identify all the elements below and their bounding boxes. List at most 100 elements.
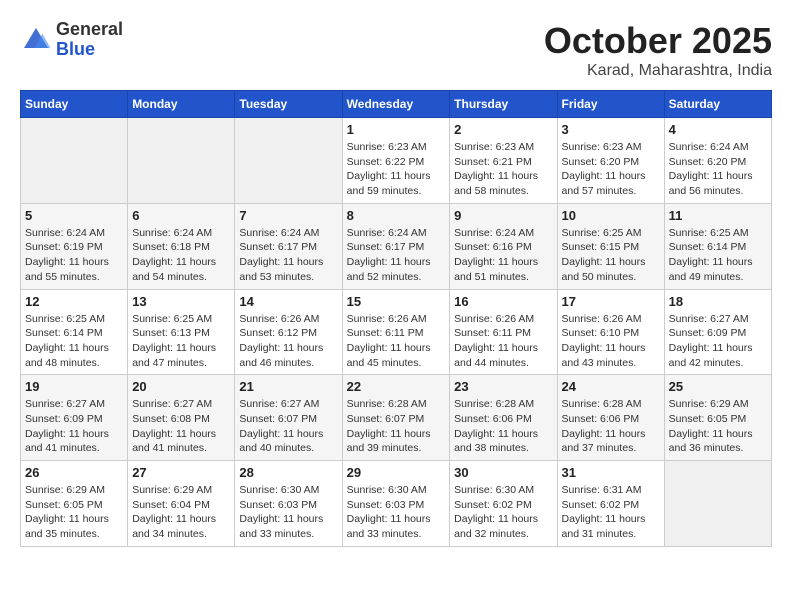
page-header: General Blue October 2025 Karad, Maharas… bbox=[20, 20, 772, 80]
day-number: 10 bbox=[562, 208, 660, 223]
calendar-cell: 9 Sunrise: 6:24 AMSunset: 6:16 PMDaylight… bbox=[450, 203, 557, 289]
day-number: 1 bbox=[347, 122, 446, 137]
logo-icon bbox=[20, 24, 52, 56]
calendar-cell: 25 Sunrise: 6:29 AMSunset: 6:05 PMDayligh… bbox=[664, 375, 771, 461]
calendar-cell: 16Sunrise: 6:26 AMSunset: 6:11 PMDayligh… bbox=[450, 289, 557, 375]
calendar-cell: 24 Sunrise: 6:28 AMSunset: 6:06 PMDayligh… bbox=[557, 375, 664, 461]
logo-blue: Blue bbox=[56, 40, 123, 60]
logo: General Blue bbox=[20, 20, 123, 60]
day-number: 2 bbox=[454, 122, 552, 137]
calendar-cell: 26Sunrise: 6:29 AMSunset: 6:05 PMDayligh… bbox=[21, 461, 128, 547]
weekday-header-saturday: Saturday bbox=[664, 91, 771, 118]
day-detail: Sunrise: 6:29 AMSunset: 6:05 PMDaylight:… bbox=[669, 397, 767, 456]
day-number: 7 bbox=[239, 208, 337, 223]
calendar-cell: 31Sunrise: 6:31 AMSunset: 6:02 PMDayligh… bbox=[557, 461, 664, 547]
calendar-cell: 18Sunrise: 6:27 AMSunset: 6:09 PMDayligh… bbox=[664, 289, 771, 375]
day-detail: Sunrise: 6:25 AMSunset: 6:14 PMDaylight:… bbox=[25, 312, 123, 371]
day-detail: Sunrise: 6:25 AMSunset: 6:15 PMDaylight:… bbox=[562, 226, 660, 285]
day-number: 31 bbox=[562, 465, 660, 480]
calendar-cell: 12 Sunrise: 6:25 AMSunset: 6:14 PMDayligh… bbox=[21, 289, 128, 375]
day-number: 4 bbox=[669, 122, 767, 137]
calendar-subtitle: Karad, Maharashtra, India bbox=[544, 62, 772, 80]
day-detail: Sunrise: 6:25 AMSunset: 6:14 PMDaylight:… bbox=[669, 226, 767, 285]
calendar-cell: 13 Sunrise: 6:25 AMSunset: 6:13 PMDayligh… bbox=[128, 289, 235, 375]
calendar-week-row: 1 Sunrise: 6:23 AMSunset: 6:22 PMDaylight… bbox=[21, 118, 772, 204]
calendar-cell bbox=[235, 118, 342, 204]
logo-text: General Blue bbox=[56, 20, 123, 60]
day-detail: Sunrise: 6:25 AMSunset: 6:13 PMDaylight:… bbox=[132, 312, 230, 371]
calendar-cell: 1 Sunrise: 6:23 AMSunset: 6:22 PMDaylight… bbox=[342, 118, 450, 204]
calendar-cell bbox=[664, 461, 771, 547]
calendar-cell: 20 Sunrise: 6:27 AMSunset: 6:08 PMDayligh… bbox=[128, 375, 235, 461]
calendar-cell: 23 Sunrise: 6:28 AMSunset: 6:06 PMDayligh… bbox=[450, 375, 557, 461]
day-detail: Sunrise: 6:28 AMSunset: 6:06 PMDaylight:… bbox=[562, 397, 660, 456]
day-detail: Sunrise: 6:28 AMSunset: 6:06 PMDaylight:… bbox=[454, 397, 552, 456]
day-detail: Sunrise: 6:27 AMSunset: 6:09 PMDaylight:… bbox=[25, 397, 123, 456]
calendar-cell: 21Sunrise: 6:27 AMSunset: 6:07 PMDayligh… bbox=[235, 375, 342, 461]
day-number: 20 bbox=[132, 379, 230, 394]
calendar-cell: 4 Sunrise: 6:24 AMSunset: 6:20 PMDaylight… bbox=[664, 118, 771, 204]
day-detail: Sunrise: 6:24 AMSunset: 6:19 PMDaylight:… bbox=[25, 226, 123, 285]
day-number: 24 bbox=[562, 379, 660, 394]
day-number: 18 bbox=[669, 294, 767, 309]
day-number: 14 bbox=[239, 294, 337, 309]
day-detail: Sunrise: 6:23 AMSunset: 6:22 PMDaylight:… bbox=[347, 140, 446, 199]
calendar-week-row: 12 Sunrise: 6:25 AMSunset: 6:14 PMDayligh… bbox=[21, 289, 772, 375]
day-detail: Sunrise: 6:26 AMSunset: 6:10 PMDaylight:… bbox=[562, 312, 660, 371]
day-number: 23 bbox=[454, 379, 552, 394]
calendar-cell: 30 Sunrise: 6:30 AMSunset: 6:02 PMDayligh… bbox=[450, 461, 557, 547]
day-number: 3 bbox=[562, 122, 660, 137]
calendar-cell: 28 Sunrise: 6:30 AMSunset: 6:03 PMDayligh… bbox=[235, 461, 342, 547]
day-number: 21 bbox=[239, 379, 337, 394]
day-number: 30 bbox=[454, 465, 552, 480]
weekday-header-monday: Monday bbox=[128, 91, 235, 118]
day-detail: Sunrise: 6:29 AMSunset: 6:04 PMDaylight:… bbox=[132, 483, 230, 542]
day-detail: Sunrise: 6:23 AMSunset: 6:21 PMDaylight:… bbox=[454, 140, 552, 199]
day-number: 28 bbox=[239, 465, 337, 480]
day-number: 26 bbox=[25, 465, 123, 480]
day-number: 12 bbox=[25, 294, 123, 309]
calendar-cell: 3Sunrise: 6:23 AMSunset: 6:20 PMDaylight… bbox=[557, 118, 664, 204]
day-detail: Sunrise: 6:26 AMSunset: 6:12 PMDaylight:… bbox=[239, 312, 337, 371]
calendar-week-row: 19 Sunrise: 6:27 AMSunset: 6:09 PMDayligh… bbox=[21, 375, 772, 461]
weekday-header-sunday: Sunday bbox=[21, 91, 128, 118]
day-number: 25 bbox=[669, 379, 767, 394]
day-number: 15 bbox=[347, 294, 446, 309]
weekday-header-row: SundayMondayTuesdayWednesdayThursdayFrid… bbox=[21, 91, 772, 118]
calendar-cell: 5 Sunrise: 6:24 AMSunset: 6:19 PMDaylight… bbox=[21, 203, 128, 289]
day-detail: Sunrise: 6:24 AMSunset: 6:16 PMDaylight:… bbox=[454, 226, 552, 285]
day-number: 11 bbox=[669, 208, 767, 223]
day-number: 9 bbox=[454, 208, 552, 223]
weekday-header-thursday: Thursday bbox=[450, 91, 557, 118]
day-detail: Sunrise: 6:26 AMSunset: 6:11 PMDaylight:… bbox=[347, 312, 446, 371]
day-number: 6 bbox=[132, 208, 230, 223]
calendar-week-row: 26Sunrise: 6:29 AMSunset: 6:05 PMDayligh… bbox=[21, 461, 772, 547]
logo-general: General bbox=[56, 20, 123, 40]
day-detail: Sunrise: 6:24 AMSunset: 6:17 PMDaylight:… bbox=[347, 226, 446, 285]
day-detail: Sunrise: 6:27 AMSunset: 6:08 PMDaylight:… bbox=[132, 397, 230, 456]
calendar-cell: 29Sunrise: 6:30 AMSunset: 6:03 PMDayligh… bbox=[342, 461, 450, 547]
calendar-cell: 22Sunrise: 6:28 AMSunset: 6:07 PMDayligh… bbox=[342, 375, 450, 461]
day-number: 19 bbox=[25, 379, 123, 394]
weekday-header-wednesday: Wednesday bbox=[342, 91, 450, 118]
calendar-cell bbox=[128, 118, 235, 204]
calendar-cell: 19 Sunrise: 6:27 AMSunset: 6:09 PMDayligh… bbox=[21, 375, 128, 461]
calendar-cell: 27 Sunrise: 6:29 AMSunset: 6:04 PMDayligh… bbox=[128, 461, 235, 547]
calendar-cell: 10 Sunrise: 6:25 AMSunset: 6:15 PMDayligh… bbox=[557, 203, 664, 289]
day-number: 13 bbox=[132, 294, 230, 309]
day-detail: Sunrise: 6:24 AMSunset: 6:18 PMDaylight:… bbox=[132, 226, 230, 285]
day-detail: Sunrise: 6:28 AMSunset: 6:07 PMDaylight:… bbox=[347, 397, 446, 456]
calendar-cell: 14 Sunrise: 6:26 AMSunset: 6:12 PMDayligh… bbox=[235, 289, 342, 375]
day-number: 27 bbox=[132, 465, 230, 480]
calendar-cell: 6 Sunrise: 6:24 AMSunset: 6:18 PMDaylight… bbox=[128, 203, 235, 289]
day-number: 5 bbox=[25, 208, 123, 223]
calendar-cell: 8 Sunrise: 6:24 AMSunset: 6:17 PMDaylight… bbox=[342, 203, 450, 289]
calendar-cell: 2 Sunrise: 6:23 AMSunset: 6:21 PMDaylight… bbox=[450, 118, 557, 204]
calendar-cell bbox=[21, 118, 128, 204]
day-number: 8 bbox=[347, 208, 446, 223]
day-detail: Sunrise: 6:30 AMSunset: 6:03 PMDaylight:… bbox=[239, 483, 337, 542]
day-detail: Sunrise: 6:30 AMSunset: 6:02 PMDaylight:… bbox=[454, 483, 552, 542]
day-detail: Sunrise: 6:24 AMSunset: 6:20 PMDaylight:… bbox=[669, 140, 767, 199]
calendar-cell: 17Sunrise: 6:26 AMSunset: 6:10 PMDayligh… bbox=[557, 289, 664, 375]
day-detail: Sunrise: 6:24 AMSunset: 6:17 PMDaylight:… bbox=[239, 226, 337, 285]
